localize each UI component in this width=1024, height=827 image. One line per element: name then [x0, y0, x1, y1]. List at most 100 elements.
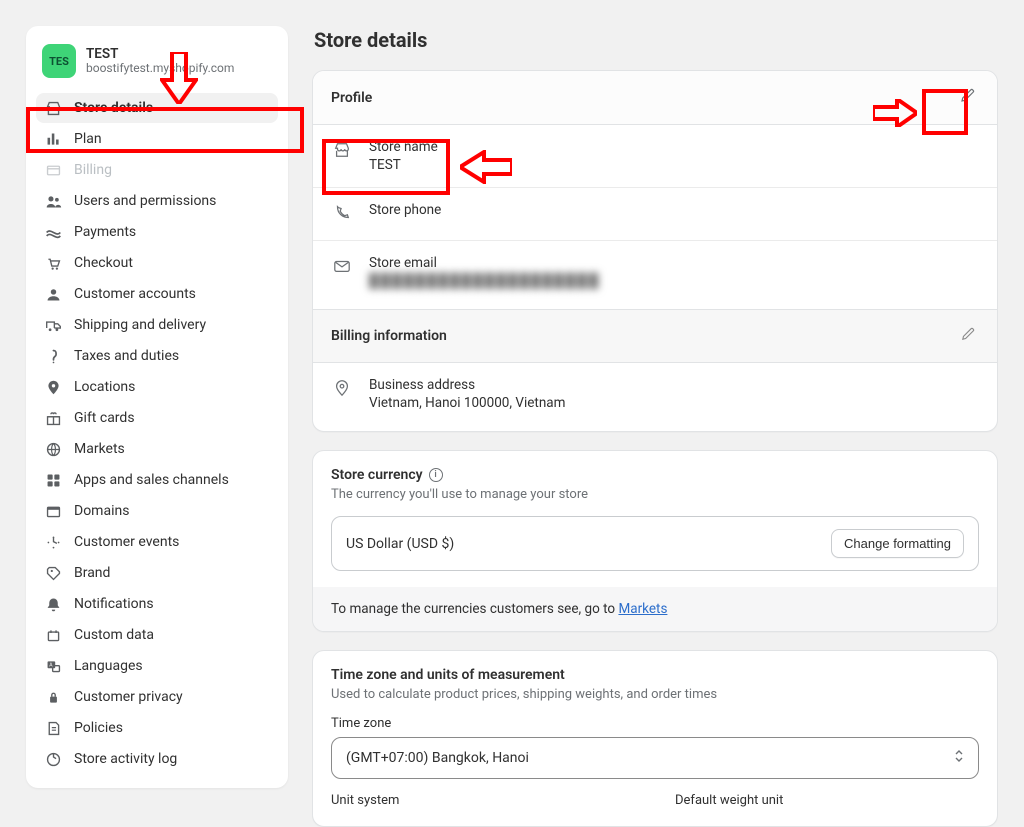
pencil-icon — [959, 88, 975, 107]
sidebar-item-payments[interactable]: Payments — [36, 217, 278, 247]
timezone-subtitle: Used to calculate product prices, shippi… — [331, 687, 979, 702]
email-icon — [333, 257, 353, 279]
markets-icon — [44, 440, 62, 458]
sidebar-item-brand[interactable]: Brand — [36, 558, 278, 588]
events-icon — [44, 533, 62, 551]
sidebar-item-label: Store activity log — [74, 751, 177, 767]
currency-value: US Dollar (USD $) — [346, 536, 454, 552]
currency-field: US Dollar (USD $) Change formatting — [331, 516, 979, 571]
sidebar-item-label: Taxes and duties — [74, 348, 179, 364]
sidebar-item-customer-events[interactable]: Customer events — [36, 527, 278, 557]
notifications-icon — [44, 595, 62, 613]
store-phone-label: Store phone — [369, 202, 441, 218]
business-address-value: Vietnam, Hanoi 100000, Vietnam — [369, 395, 565, 411]
sidebar-item-label: Custom data — [74, 627, 154, 643]
sidebar-item-markets[interactable]: Markets — [36, 434, 278, 464]
billing-icon — [44, 161, 62, 179]
shipping-icon — [44, 316, 62, 334]
customer-icon — [44, 285, 62, 303]
domains-icon — [44, 502, 62, 520]
profile-edit-button[interactable] — [955, 84, 979, 111]
weight-unit-label: Default weight unit — [675, 793, 979, 808]
sidebar-item-label: Customer privacy — [74, 689, 183, 705]
users-icon — [44, 192, 62, 210]
sidebar-item-apps-and-sales-channels[interactable]: Apps and sales channels — [36, 465, 278, 495]
sidebar-item-gift-cards[interactable]: Gift cards — [36, 403, 278, 433]
billing-header-label: Billing information — [331, 328, 447, 344]
sidebar-item-checkout[interactable]: Checkout — [36, 248, 278, 278]
locations-icon — [44, 378, 62, 396]
sidebar-item-policies[interactable]: Policies — [36, 713, 278, 743]
sidebar-item-label: Billing — [74, 162, 112, 178]
sidebar-item-label: Payments — [74, 224, 136, 240]
info-icon[interactable]: i — [429, 468, 443, 482]
sidebar-item-custom-data[interactable]: Custom data — [36, 620, 278, 650]
profile-header: Profile — [313, 71, 997, 125]
store-name-value: TEST — [369, 157, 438, 173]
timezone-title: Time zone and units of measurement — [331, 667, 979, 683]
store-name-label: Store name — [369, 139, 438, 155]
store-icon — [333, 141, 353, 163]
apps-icon — [44, 471, 62, 489]
sidebar-item-languages[interactable]: A Languages — [36, 651, 278, 681]
timezone-value: (GMT+07:00) Bangkok, Hanoi — [346, 750, 529, 766]
sidebar-item-billing: Billing — [36, 155, 278, 185]
store-name: TEST — [86, 47, 234, 62]
sidebar-item-label: Notifications — [74, 596, 154, 612]
timezone-label: Time zone — [331, 716, 979, 731]
sidebar-item-store-activity-log[interactable]: Store activity log — [36, 744, 278, 774]
billing-edit-button[interactable] — [956, 323, 979, 349]
profile-email-row: Store email ████████████████████ — [313, 240, 997, 303]
change-formatting-button[interactable]: Change formatting — [831, 529, 964, 558]
brand-icon — [44, 564, 62, 582]
updown-icon — [954, 748, 964, 768]
profile-card: Profile Store name TEST — [312, 70, 998, 432]
profile-store-name-row: Store name TEST — [313, 125, 997, 187]
currency-subtitle: The currency you'll use to manage your s… — [331, 487, 979, 502]
timezone-select[interactable]: (GMT+07:00) Bangkok, Hanoi — [331, 737, 979, 779]
store-header: TES TEST boostifytest.myshopify.com — [36, 40, 278, 92]
custom-icon — [44, 626, 62, 644]
payments-icon — [44, 223, 62, 241]
languages-icon: A — [44, 657, 62, 675]
sidebar-item-customer-privacy[interactable]: Customer privacy — [36, 682, 278, 712]
pencil-icon — [960, 327, 975, 345]
billing-header: Billing information — [313, 309, 997, 363]
profile-header-label: Profile — [331, 90, 372, 106]
policies-icon — [44, 719, 62, 737]
billing-address-row: Business address Vietnam, Hanoi 100000, … — [313, 363, 997, 425]
sidebar-item-plan[interactable]: Plan — [36, 124, 278, 154]
activity-icon — [44, 750, 62, 768]
currency-card: Store currency i The currency you'll use… — [312, 450, 998, 632]
sidebar-item-label: Languages — [74, 658, 143, 674]
currency-title: Store currency i — [331, 467, 979, 483]
sidebar-item-label: Shipping and delivery — [74, 317, 206, 333]
sidebar-item-label: Apps and sales channels — [74, 472, 229, 488]
sidebar-item-locations[interactable]: Locations — [36, 372, 278, 402]
privacy-icon — [44, 688, 62, 706]
sidebar-item-label: Brand — [74, 565, 110, 581]
sidebar-item-domains[interactable]: Domains — [36, 496, 278, 526]
store-badge: TES — [42, 44, 76, 78]
sidebar-item-label: Customer events — [74, 534, 179, 550]
sidebar-item-store-details[interactable]: Store details — [36, 93, 278, 123]
sidebar-item-label: Locations — [74, 379, 135, 395]
currency-note-text: To manage the currencies customers see, … — [331, 601, 618, 617]
sidebar-item-taxes-and-duties[interactable]: Taxes and duties — [36, 341, 278, 371]
markets-link[interactable]: Markets — [618, 601, 667, 617]
sidebar-item-users-and-permissions[interactable]: Users and permissions — [36, 186, 278, 216]
sidebar-item-notifications[interactable]: Notifications — [36, 589, 278, 619]
sidebar-item-label: Policies — [74, 720, 123, 736]
sidebar-item-customer-accounts[interactable]: Customer accounts — [36, 279, 278, 309]
sidebar-item-label: Plan — [74, 131, 102, 147]
unit-system-label: Unit system — [331, 793, 635, 808]
currency-title-text: Store currency — [331, 467, 423, 483]
sidebar-item-shipping-and-delivery[interactable]: Shipping and delivery — [36, 310, 278, 340]
plan-icon — [44, 130, 62, 148]
store-email-value: ████████████████████ — [369, 273, 600, 289]
gift-icon — [44, 409, 62, 427]
sidebar-item-label: Store details — [74, 100, 153, 116]
page-title: Store details — [314, 28, 998, 52]
currency-note: To manage the currencies customers see, … — [313, 587, 997, 631]
business-address-label: Business address — [369, 377, 565, 393]
